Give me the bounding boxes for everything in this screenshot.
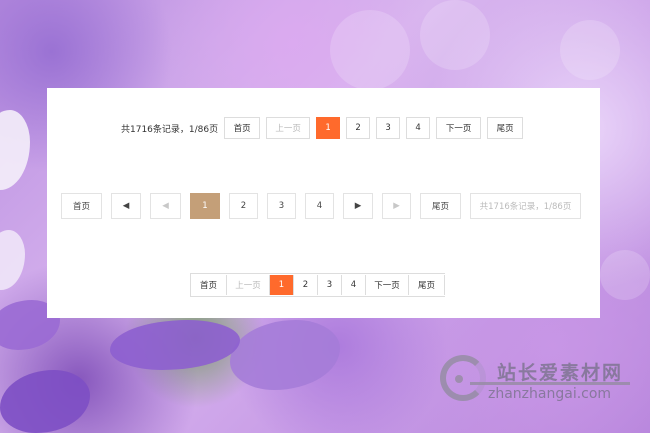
page-4-button[interactable]: 4 [305,193,334,219]
pagination-style-2: 首页 ◀ ◀ 1 2 3 4 ▶ ▶ 尾页 共1716条记录，1/86页 [61,193,581,219]
last-page-button[interactable]: 尾页 [487,117,524,139]
page-2-button[interactable]: 2 [346,117,371,139]
triangle-right-icon: ▶ [354,201,362,211]
last-page-button[interactable]: 尾页 [409,275,445,295]
triangle-right-icon: ▶ [393,201,400,211]
first-page-button[interactable]: 首页 [61,193,102,219]
background-petal [0,110,30,190]
page-3-button[interactable]: 3 [376,117,401,139]
watermark-logo-icon [440,355,486,401]
watermark-url: zhanzhangai.com [488,386,612,402]
prev-page-button[interactable]: 上一页 [227,275,270,295]
page-3-button[interactable]: 3 [318,275,342,295]
pagination-style-1: 共1716条记录，1/86页 首页 上一页 1 2 3 4 下一页 尾页 [121,117,529,139]
background-petal [0,230,25,290]
triangle-left-icon: ◀ [162,201,169,211]
page-1-button[interactable]: 1 [316,117,341,139]
pagination-demo-panel: 共1716条记录，1/86页 首页 上一页 1 2 3 4 下一页 尾页 首页 … [47,88,600,318]
next-page-button[interactable]: 下一页 [436,117,482,139]
next-page-button[interactable]: ▶ [343,193,373,219]
record-summary: 共1716条记录，1/86页 [470,193,581,219]
page-4-button[interactable]: 4 [342,275,366,295]
watermark-logo-dot [455,375,463,383]
page-2-button[interactable]: 2 [294,275,318,295]
page-2-button[interactable]: 2 [229,193,258,219]
background-petal [110,320,240,370]
triangle-left-icon: ◀ [122,201,130,211]
prev-page-disabled-button[interactable]: ◀ [150,193,181,219]
page-4-button[interactable]: 4 [406,117,431,139]
page-1-button[interactable]: 1 [270,275,294,295]
prev-page-button[interactable]: 上一页 [266,117,311,139]
prev-page-button[interactable]: ◀ [111,193,141,219]
background-bokeh [560,20,620,80]
background-bokeh [420,0,490,70]
background-bokeh [600,250,650,300]
next-page-button[interactable]: 下一页 [366,275,409,295]
last-page-button[interactable]: 尾页 [420,193,461,219]
page-3-button[interactable]: 3 [267,193,296,219]
background-petal [0,370,90,433]
background-petal [230,320,340,390]
pagination-style-3: 首页 上一页 1 2 3 4 下一页 尾页 [190,273,445,297]
watermark-title: 站长爱素材网 [497,362,624,384]
next-page-disabled-button[interactable]: ▶ [382,193,411,219]
record-summary: 共1716条记录，1/86页 [121,124,219,135]
first-page-button[interactable]: 首页 [224,117,261,139]
page-1-button[interactable]: 1 [190,193,220,219]
first-page-button[interactable]: 首页 [191,275,227,295]
background-bokeh [330,10,410,90]
